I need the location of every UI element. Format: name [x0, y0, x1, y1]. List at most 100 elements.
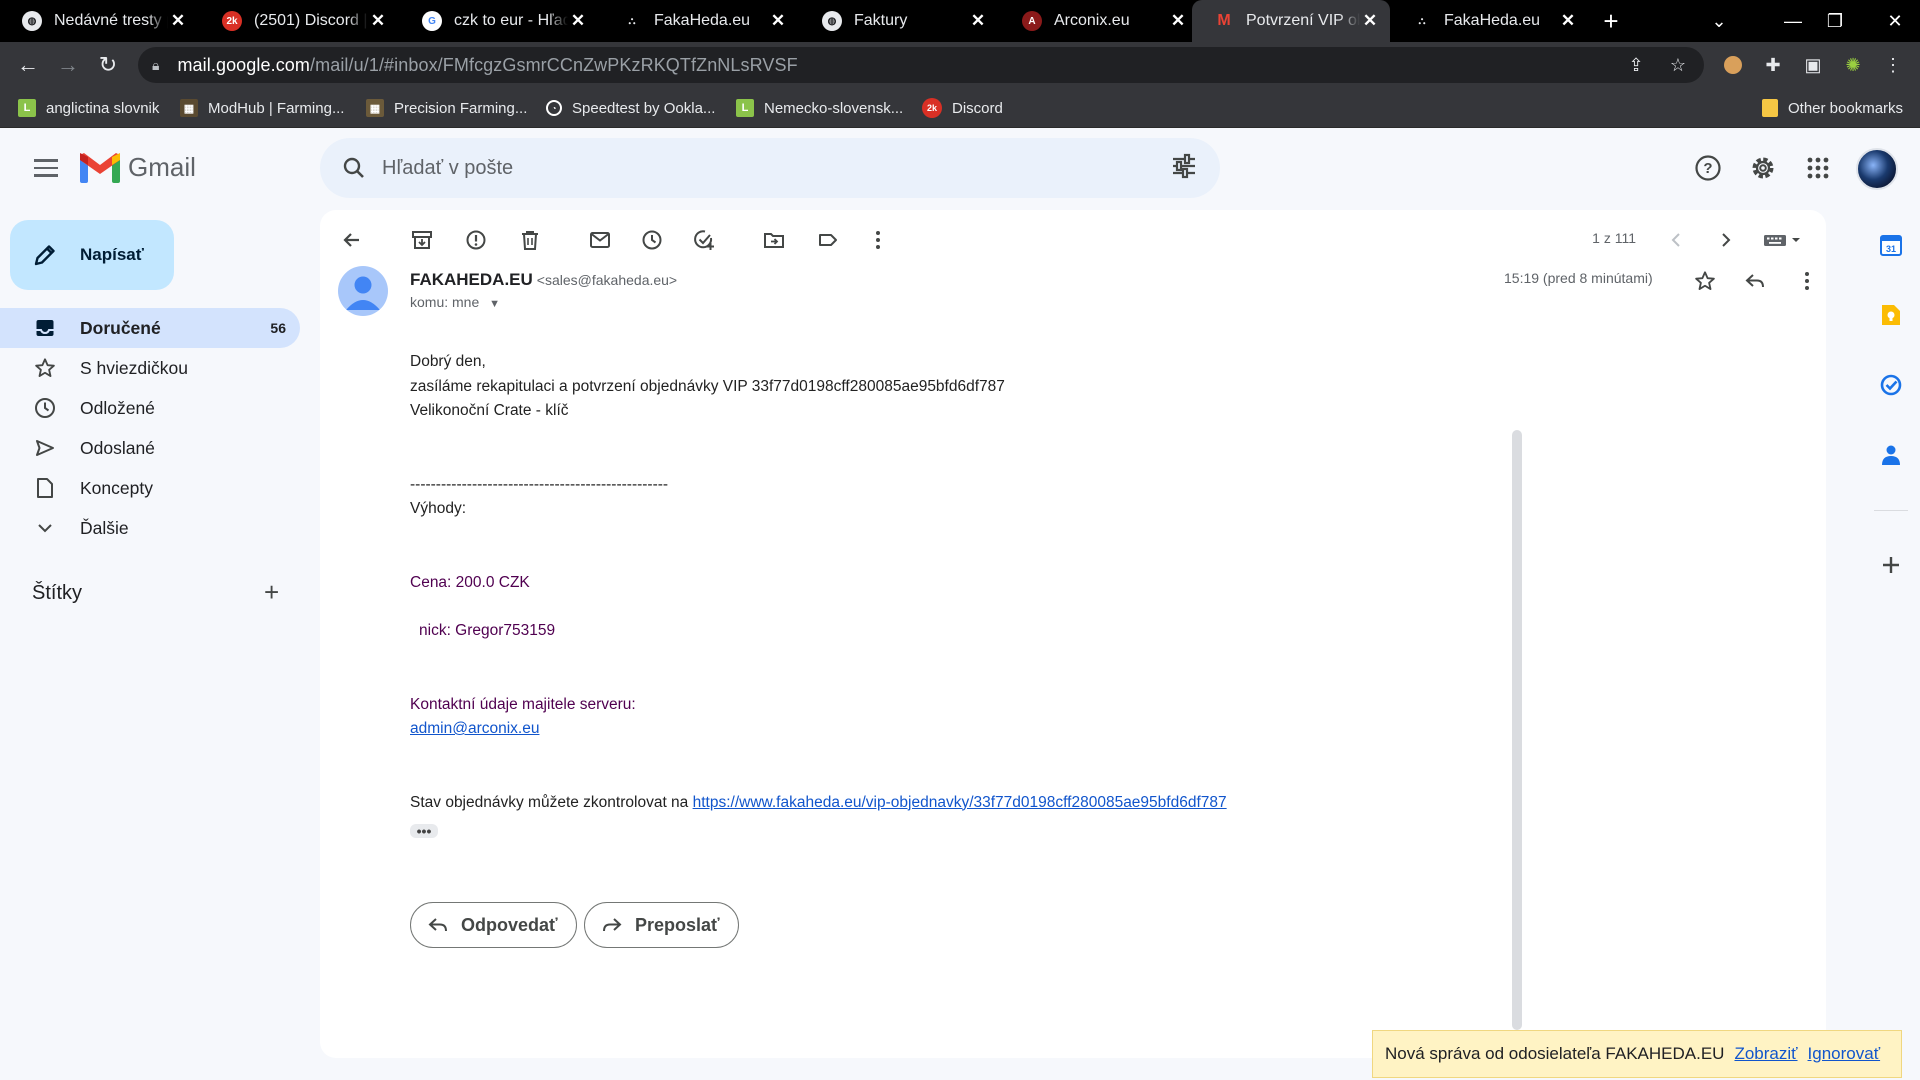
- forward-icon[interactable]: →: [48, 42, 88, 88]
- address-bar[interactable]: 🔒︎ mail.google.com/mail/u/1/#inbox/FMfcg…: [138, 47, 1704, 83]
- browser-tab[interactable]: ◍ Nedávné tresty pro ✕: [0, 0, 198, 42]
- body-contact-label: Kontaktní údaje majitele serveru:: [410, 695, 636, 713]
- star-message-icon[interactable]: [1690, 266, 1720, 296]
- add-label-icon[interactable]: +: [264, 579, 279, 605]
- nav-item-more[interactable]: Ďalšie: [0, 508, 300, 548]
- share-icon[interactable]: ⇪: [1618, 47, 1654, 83]
- delete-trash-icon[interactable]: [514, 224, 546, 256]
- new-tab-icon[interactable]: +: [1596, 0, 1626, 42]
- search-input[interactable]: Hľadať v pošte: [382, 157, 513, 180]
- bookmarks-bar: L anglictina slovnik ▦ ModHub | Farming.…: [0, 88, 1920, 128]
- close-tab-icon[interactable]: ✕: [1360, 11, 1380, 31]
- add-on-plus-icon[interactable]: [1878, 552, 1904, 578]
- close-tab-icon[interactable]: ✕: [568, 11, 588, 31]
- search-options-icon[interactable]: [1170, 152, 1198, 185]
- contact-email-link[interactable]: admin@arconix.eu: [410, 720, 539, 737]
- older-chevron-icon[interactable]: [1710, 224, 1742, 256]
- keep-icon[interactable]: [1878, 302, 1904, 328]
- input-tools-keyboard-icon[interactable]: [1760, 224, 1808, 256]
- bookmark-item[interactable]: ▦ ModHub | Farming...: [180, 88, 344, 128]
- notification-ignore-link[interactable]: Ignorovať: [1808, 1044, 1881, 1064]
- message-more-icon[interactable]: [1792, 266, 1822, 296]
- sender-avatar[interactable]: [338, 266, 388, 316]
- recipient-details[interactable]: komu: mne ▼: [410, 294, 500, 310]
- search-icon[interactable]: [336, 156, 372, 180]
- nav-item-inbox[interactable]: Doručené 56: [0, 308, 300, 348]
- bookmark-item[interactable]: ◔ Speedtest by Ookla...: [546, 88, 715, 128]
- nav-item-sent[interactable]: Odoslané: [0, 428, 300, 468]
- browser-tab[interactable]: G czk to eur - Hľadať ✕: [400, 0, 598, 42]
- report-spam-icon[interactable]: [460, 224, 492, 256]
- browser-tab[interactable]: A Arconix.eu ✕: [1000, 0, 1198, 42]
- close-window-icon[interactable]: ✕: [1872, 0, 1918, 42]
- forward-button[interactable]: Preposlať: [584, 902, 739, 948]
- newer-chevron-icon[interactable]: [1660, 224, 1692, 256]
- browser-tab-active[interactable]: M Potvrzení VIP obje ✕: [1192, 0, 1390, 42]
- tab-title: Faktury: [854, 12, 908, 29]
- back-to-inbox-icon[interactable]: [336, 224, 368, 256]
- bookmark-item[interactable]: ▦ Precision Farming...: [366, 88, 527, 128]
- back-icon[interactable]: ←: [8, 42, 48, 88]
- account-avatar[interactable]: [1856, 148, 1898, 190]
- close-tab-icon[interactable]: ✕: [168, 11, 188, 31]
- apps-grid-icon[interactable]: [1798, 148, 1838, 188]
- tab-search-icon[interactable]: ⌄: [1696, 0, 1742, 42]
- label-tag-icon[interactable]: [812, 224, 844, 256]
- other-bookmarks[interactable]: Other bookmarks: [1762, 88, 1903, 128]
- tab-title: czk to eur - Hľadať: [454, 12, 568, 29]
- order-status-link[interactable]: https://www.fakaheda.eu/vip-objednavky/3…: [693, 794, 1227, 811]
- sender-name[interactable]: FAKAHEDA.EU: [410, 270, 533, 289]
- extensions-puzzle-icon[interactable]: ✚: [1758, 50, 1788, 80]
- restore-icon[interactable]: ❐: [1812, 0, 1858, 42]
- browser-tab[interactable]: ◍ Faktury ✕: [800, 0, 998, 42]
- bookmark-star-icon[interactable]: ☆: [1660, 47, 1696, 83]
- arconix-icon: A: [1022, 11, 1042, 31]
- bookmark-item[interactable]: L anglictina slovnik: [18, 88, 159, 128]
- reload-icon[interactable]: ↻: [88, 42, 128, 88]
- close-tab-icon[interactable]: ✕: [768, 11, 788, 31]
- profile-extension-icon[interactable]: ✺: [1838, 50, 1868, 80]
- bookmark-item[interactable]: 2k Discord: [922, 88, 1003, 128]
- notification-show-link[interactable]: Zobraziť: [1734, 1044, 1797, 1064]
- caret-down-icon[interactable]: ▼: [489, 298, 500, 310]
- mail-search-bar[interactable]: Hľadať v pošte: [320, 138, 1220, 198]
- settings-gear-icon[interactable]: [1743, 148, 1783, 188]
- close-tab-icon[interactable]: ✕: [368, 11, 388, 31]
- scrollbar[interactable]: [1512, 430, 1522, 1030]
- body-nick: nick: Gregor753159: [419, 622, 556, 639]
- nav-label: Odložené: [80, 397, 155, 418]
- move-to-icon[interactable]: [758, 224, 790, 256]
- fakaheda-icon: ⛬: [628, 15, 636, 27]
- mark-unread-icon[interactable]: [584, 224, 616, 256]
- side-panel-icon[interactable]: ▣: [1798, 50, 1828, 80]
- nav-item-starred[interactable]: S hviezdičkou: [0, 348, 300, 388]
- reply-icon[interactable]: [1740, 266, 1770, 296]
- close-tab-icon[interactable]: ✕: [1168, 11, 1188, 31]
- browser-tab[interactable]: ⛬ FakaHeda.eu ✕: [600, 0, 798, 42]
- nav-item-snoozed[interactable]: Odložené: [0, 388, 300, 428]
- bookmark-item[interactable]: L Nemecko-slovensk...: [736, 88, 903, 128]
- message-timestamp: 15:19 (pred 8 minútami): [1504, 270, 1653, 286]
- archive-icon[interactable]: [406, 224, 438, 256]
- main-menu-icon[interactable]: [26, 148, 66, 188]
- calendar-icon[interactable]: 31: [1878, 232, 1904, 258]
- show-trimmed-content-button[interactable]: •••: [410, 824, 438, 838]
- cookie-extension-icon[interactable]: [1718, 50, 1748, 80]
- nav-item-drafts[interactable]: Koncepty: [0, 468, 300, 508]
- close-tab-icon[interactable]: ✕: [1558, 11, 1578, 31]
- more-actions-icon[interactable]: [862, 224, 894, 256]
- compose-button[interactable]: Napísať: [10, 220, 174, 290]
- tasks-icon[interactable]: [1878, 372, 1904, 398]
- gmail-logo[interactable]: Gmail: [80, 152, 196, 183]
- contacts-icon[interactable]: [1878, 442, 1904, 468]
- close-tab-icon[interactable]: ✕: [968, 11, 988, 31]
- browser-menu-icon[interactable]: ⋮: [1878, 50, 1908, 80]
- minimize-icon[interactable]: —: [1770, 0, 1816, 42]
- url-text: mail.google.com/mail/u/1/#inbox/FMfcgzGs…: [177, 54, 798, 75]
- add-task-icon[interactable]: [688, 224, 720, 256]
- reply-button[interactable]: Odpovedať: [410, 902, 577, 948]
- help-icon[interactable]: ?: [1688, 148, 1728, 188]
- snooze-clock-icon[interactable]: [636, 224, 668, 256]
- browser-tab[interactable]: 2k (2501) Discord | # ✕: [200, 0, 398, 42]
- browser-tab[interactable]: ⛬ FakaHeda.eu ✕: [1390, 0, 1588, 42]
